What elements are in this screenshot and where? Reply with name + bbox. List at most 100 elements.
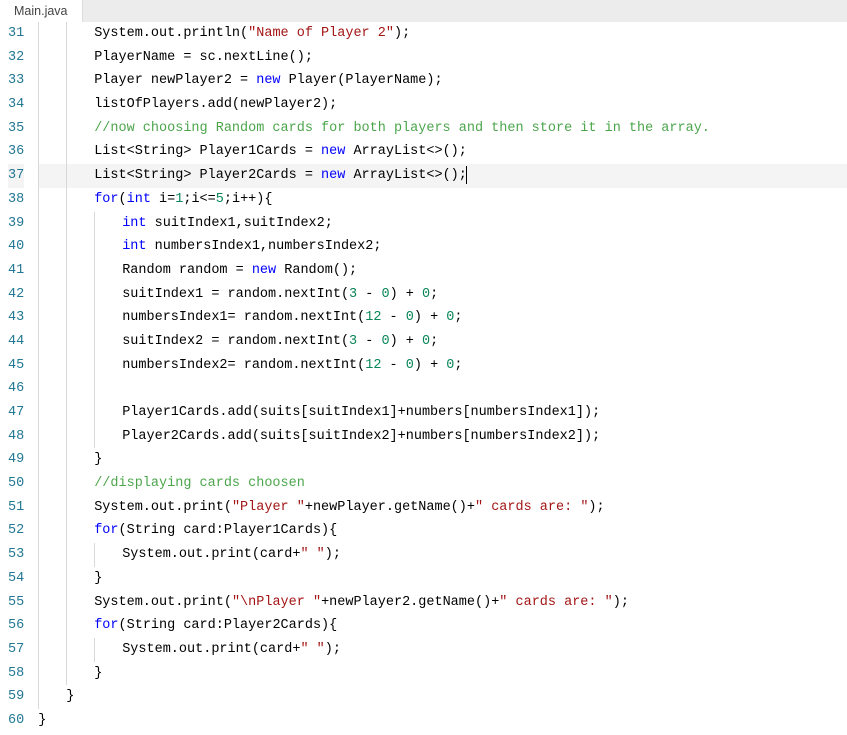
code-tokens: Random random = new Random(); <box>122 259 357 283</box>
indent-guides <box>38 283 122 307</box>
line-number: 45 <box>8 354 24 378</box>
code-line[interactable]: Player newPlayer2 = new Player(PlayerNam… <box>38 69 847 93</box>
code-line[interactable]: } <box>38 685 847 709</box>
code-tokens: Player2Cards.add(suits[suitIndex2]+numbe… <box>122 425 600 449</box>
code-line[interactable]: System.out.print("\nPlayer "+newPlayer2.… <box>38 591 847 615</box>
code-tokens: } <box>38 709 46 733</box>
code-content[interactable]: System.out.println("Name of Player 2");P… <box>38 22 847 735</box>
code-tokens: //now choosing Random cards for both pla… <box>94 117 710 141</box>
code-line[interactable]: for(String card:Player1Cards){ <box>38 519 847 543</box>
code-line[interactable]: //now choosing Random cards for both pla… <box>38 117 847 141</box>
code-line[interactable]: } <box>38 662 847 686</box>
code-tokens: Player1Cards.add(suits[suitIndex1]+numbe… <box>122 401 600 425</box>
line-number: 42 <box>8 283 24 307</box>
code-tokens: List<String> Player1Cards = new ArrayLis… <box>94 140 467 164</box>
line-number: 46 <box>8 377 24 401</box>
code-line[interactable]: System.out.print(card+" "); <box>38 638 847 662</box>
code-line[interactable]: listOfPlayers.add(newPlayer2); <box>38 93 847 117</box>
line-number: 51 <box>8 496 24 520</box>
code-line[interactable]: PlayerName = sc.nextLine(); <box>38 46 847 70</box>
code-line[interactable]: } <box>38 448 847 472</box>
code-line[interactable]: //displaying cards choosen <box>38 472 847 496</box>
code-tokens: suitIndex2 = random.nextInt(3 - 0) + 0; <box>122 330 438 354</box>
indent-guides <box>38 306 122 330</box>
indent-guides <box>38 472 94 496</box>
code-editor[interactable]: 3132333435363738394041424344454647484950… <box>0 22 847 735</box>
line-number: 59 <box>8 685 24 709</box>
indent-guides <box>38 662 94 686</box>
indent-guides <box>38 519 94 543</box>
code-tokens: } <box>94 567 102 591</box>
line-number: 39 <box>8 212 24 236</box>
line-number-gutter: 3132333435363738394041424344454647484950… <box>0 22 38 735</box>
indent-guides <box>38 259 122 283</box>
indent-guides <box>38 591 94 615</box>
indent-guides <box>38 188 94 212</box>
indent-guides <box>38 46 94 70</box>
indent-guides <box>38 140 94 164</box>
code-tokens: } <box>94 662 102 686</box>
code-tokens: Player newPlayer2 = new Player(PlayerNam… <box>94 69 442 93</box>
indent-guides <box>38 117 94 141</box>
indent-guides <box>38 401 122 425</box>
code-tokens: List<String> Player2Cards = new ArrayLis… <box>94 164 467 188</box>
code-line[interactable]: Player1Cards.add(suits[suitIndex1]+numbe… <box>38 401 847 425</box>
indent-guides <box>38 235 122 259</box>
code-tokens: } <box>94 448 102 472</box>
code-tokens: suitIndex1 = random.nextInt(3 - 0) + 0; <box>122 283 438 307</box>
code-line[interactable]: System.out.print("Player "+newPlayer.get… <box>38 496 847 520</box>
code-line[interactable]: } <box>38 567 847 591</box>
tab-bar: Main.java <box>0 0 847 22</box>
code-line[interactable]: Player2Cards.add(suits[suitIndex2]+numbe… <box>38 425 847 449</box>
line-number: 37 <box>8 164 24 188</box>
code-line[interactable]: suitIndex1 = random.nextInt(3 - 0) + 0; <box>38 283 847 307</box>
indent-guides <box>38 212 122 236</box>
code-tokens: for(String card:Player2Cards){ <box>94 614 337 638</box>
code-line[interactable]: Random random = new Random(); <box>38 259 847 283</box>
indent-guides <box>38 685 66 709</box>
line-number: 60 <box>8 709 24 733</box>
code-tokens: numbersIndex2= random.nextInt(12 - 0) + … <box>122 354 462 378</box>
indent-guides <box>38 614 94 638</box>
indent-guides <box>38 377 122 401</box>
code-line[interactable]: System.out.println("Name of Player 2"); <box>38 22 847 46</box>
indent-guides <box>38 567 94 591</box>
line-number: 50 <box>8 472 24 496</box>
code-tokens: PlayerName = sc.nextLine(); <box>94 46 313 70</box>
code-line[interactable]: System.out.print(card+" "); <box>38 543 847 567</box>
code-line[interactable]: List<String> Player2Cards = new ArrayLis… <box>38 164 847 188</box>
line-number: 36 <box>8 140 24 164</box>
text-cursor <box>466 166 467 184</box>
indent-guides <box>38 448 94 472</box>
code-line[interactable] <box>38 377 847 401</box>
code-line[interactable]: numbersIndex2= random.nextInt(12 - 0) + … <box>38 354 847 378</box>
code-line[interactable]: numbersIndex1= random.nextInt(12 - 0) + … <box>38 306 847 330</box>
line-number: 56 <box>8 614 24 638</box>
code-line[interactable]: for(String card:Player2Cards){ <box>38 614 847 638</box>
code-line[interactable]: int suitIndex1,suitIndex2; <box>38 212 847 236</box>
line-number: 44 <box>8 330 24 354</box>
line-number: 32 <box>8 46 24 70</box>
code-line[interactable]: int numbersIndex1,numbersIndex2; <box>38 235 847 259</box>
line-number: 33 <box>8 69 24 93</box>
line-number: 58 <box>8 662 24 686</box>
line-number: 54 <box>8 567 24 591</box>
indent-guides <box>38 330 122 354</box>
code-line[interactable]: suitIndex2 = random.nextInt(3 - 0) + 0; <box>38 330 847 354</box>
code-line[interactable]: List<String> Player1Cards = new ArrayLis… <box>38 140 847 164</box>
indent-guides <box>38 354 122 378</box>
code-line[interactable]: } <box>38 709 847 733</box>
line-number: 55 <box>8 591 24 615</box>
line-number: 41 <box>8 259 24 283</box>
indent-guides <box>38 496 94 520</box>
code-line[interactable]: for(int i=1;i<=5;i++){ <box>38 188 847 212</box>
file-tab[interactable]: Main.java <box>0 0 83 22</box>
code-tokens: listOfPlayers.add(newPlayer2); <box>94 93 337 117</box>
code-tokens: System.out.print("Player "+newPlayer.get… <box>94 496 604 520</box>
line-number: 53 <box>8 543 24 567</box>
line-number: 43 <box>8 306 24 330</box>
code-tokens: int numbersIndex1,numbersIndex2; <box>122 235 381 259</box>
line-number: 49 <box>8 448 24 472</box>
code-tokens: System.out.print("\nPlayer "+newPlayer2.… <box>94 591 629 615</box>
line-number: 52 <box>8 519 24 543</box>
